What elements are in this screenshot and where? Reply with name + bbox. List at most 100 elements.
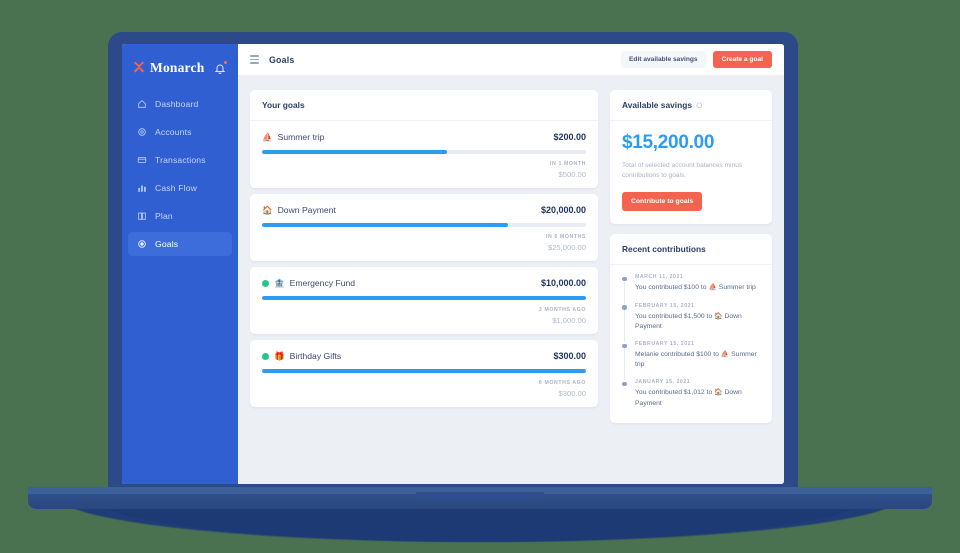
sidebar-item-label: Goals: [155, 239, 179, 249]
available-savings-amount: $15,200.00: [622, 132, 715, 153]
topbar: Goals Edit available savings Create a go…: [238, 44, 784, 76]
goal-meta: IN 1 MONTH $500.00: [262, 161, 586, 179]
goal-due: IN 1 MONTH: [550, 161, 586, 167]
sidebar-item-accounts[interactable]: Accounts: [128, 120, 232, 144]
goal-due: 6 MONTHS AGO: [538, 380, 586, 386]
your-goals-card: Your goals ⛵ Summer trip $200.00 IN 1 MO…: [250, 90, 598, 188]
goal-target-amount: $1,000.00: [552, 316, 586, 325]
hamburger-menu-icon[interactable]: [250, 55, 259, 64]
goal-header: ⛵ Summer trip $200.00: [262, 132, 586, 142]
sidebar: Monarch Dashboard Accounts Transactions …: [122, 44, 238, 484]
goal-progress-fill: [262, 369, 586, 373]
recent-contributions-title: Recent contributions: [610, 234, 772, 266]
brand[interactable]: Monarch: [122, 54, 238, 90]
goal-amount: $300.00: [553, 351, 586, 361]
scene: Monarch Dashboard Accounts Transactions …: [0, 0, 960, 553]
side-column: Available savings $15,200.00 Total of se…: [610, 90, 772, 470]
laptop-screen: Monarch Dashboard Accounts Transactions …: [122, 44, 784, 484]
goal-meta: IN 6 MONTHS $25,000.00: [262, 234, 586, 252]
sidebar-item-transactions[interactable]: Transactions: [128, 148, 232, 172]
house-emoji-icon: 🏠: [262, 204, 273, 215]
gift-emoji-icon: 🎁: [274, 350, 285, 361]
contribute-to-goals-button[interactable]: Contribute to goals: [622, 192, 703, 212]
sidebar-item-label: Cash Flow: [155, 183, 197, 193]
info-circle-icon[interactable]: [696, 102, 703, 109]
goal-name: Emergency Fund: [289, 278, 356, 288]
goal-progress-fill: [262, 223, 509, 227]
contribution-date: JANUARY 15, 2021: [635, 379, 691, 386]
goal-amount: $20,000.00: [540, 205, 586, 215]
goal-target-amount: $300.00: [558, 389, 586, 398]
sidebar-item-label: Plan: [155, 211, 173, 221]
goal-progress-fill: [262, 296, 586, 300]
contribution-text: You contributed $1,500 to 🏠 Down Payment: [635, 312, 742, 330]
goal-target-amount: $25,000.00: [547, 243, 586, 252]
goal-amount: $200.00: [553, 132, 586, 142]
goal-completed-indicator: [262, 352, 269, 360]
recent-contributions-list: MARCH 11, 2021 You contributed $100 to ⛵…: [610, 265, 772, 422]
goal-header: 🏦 Emergency Fund $10,000.00: [262, 278, 586, 288]
topbar-actions: Edit available savings Create a goal: [621, 51, 772, 68]
credit-card-icon: [137, 157, 147, 163]
available-savings-title: Available savings: [622, 100, 692, 110]
goal-card-emergency-fund: 🏦 Emergency Fund $10,000.00 2 MONTHS AGO: [250, 267, 598, 334]
recent-contributions-card: Recent contributions MARCH 11, 2021 You …: [610, 234, 772, 423]
contribution-date: FEBRUARY 15, 2021: [635, 341, 695, 347]
notification-dot: [223, 60, 227, 64]
goal-due: IN 6 MONTHS: [545, 234, 586, 240]
goal-progress-bar: [262, 369, 586, 373]
sidebar-item-plan[interactable]: Plan: [128, 204, 232, 228]
sailboat-emoji-icon: ⛵: [262, 131, 273, 142]
goal-header: 🏠 Down Payment $20,000.00: [262, 205, 586, 215]
contribution-text: Melanie contributed $100 to ⛵ Summer tri…: [635, 351, 757, 369]
goal-progress-fill: [262, 150, 447, 154]
monarch-butterfly-logo-icon: [133, 61, 145, 73]
notification-bell-icon[interactable]: [214, 60, 227, 75]
goal-row[interactable]: 🏦 Emergency Fund $10,000.00 2 MONTHS AGO: [250, 267, 598, 334]
main-area: Goals Edit available savings Create a go…: [238, 44, 784, 484]
goal-progress-bar: [262, 150, 586, 154]
contribution-date: MARCH 11, 2021: [635, 274, 684, 281]
your-goals-title: Your goals: [250, 90, 598, 121]
goal-header: 🎁 Birthday Gifts $300.00: [262, 351, 586, 361]
goal-name: Down Payment: [277, 205, 336, 215]
goal-completed-indicator: [262, 279, 269, 287]
accounts-icon: [138, 128, 146, 136]
sidebar-item-goals[interactable]: Goals: [128, 232, 232, 256]
goal-row[interactable]: 🎁 Birthday Gifts $300.00 6 MONTHS AGO $3: [250, 340, 598, 407]
brand-name: Monarch: [150, 60, 205, 75]
app-window: Monarch Dashboard Accounts Transactions …: [122, 44, 784, 484]
book-icon: [138, 212, 146, 220]
goal-name: Birthday Gifts: [289, 351, 342, 361]
sidebar-item-label: Accounts: [155, 127, 192, 137]
goal-row[interactable]: 🏠 Down Payment $20,000.00 IN 6 MONTHS $2: [250, 194, 598, 261]
target-icon: [138, 240, 146, 248]
sidebar-item-label: Dashboard: [155, 99, 199, 109]
goal-name: Summer trip: [277, 132, 325, 142]
goals-column: Your goals ⛵ Summer trip $200.00 IN 1 MO…: [250, 90, 598, 470]
sidebar-item-cash-flow[interactable]: Cash Flow: [128, 176, 232, 200]
bar-chart-icon: [138, 185, 146, 192]
sidebar-nav: Dashboard Accounts Transactions Cash Flo…: [122, 90, 238, 262]
goal-card-down-payment: 🏠 Down Payment $20,000.00 IN 6 MONTHS $2: [250, 194, 598, 261]
trackpad-notch: [416, 492, 544, 500]
available-savings-header: Available savings: [610, 90, 772, 121]
goal-meta: 2 MONTHS AGO $1,000.00: [262, 307, 586, 325]
contribution-item: FEBRUARY 15, 2021 Melanie contributed $1…: [622, 341, 760, 381]
contribution-date: FEBRUARY 15, 2021: [635, 302, 695, 309]
goal-row[interactable]: ⛵ Summer trip $200.00 IN 1 MONTH $500.00: [250, 121, 598, 188]
available-savings-body: $15,200.00 Total of selected account bal…: [610, 121, 772, 224]
contribution-text: You contributed $100 to ⛵ Summer trip: [635, 284, 756, 292]
goal-amount: $10,000.00: [540, 278, 586, 288]
sidebar-item-dashboard[interactable]: Dashboard: [128, 92, 232, 116]
create-goal-button[interactable]: Create a goal: [712, 51, 772, 68]
goal-progress-bar: [262, 223, 586, 227]
goal-progress-bar: [262, 296, 586, 300]
sidebar-item-label: Transactions: [155, 155, 206, 165]
contribution-text: You contributed $1,012 to 🏠 Down Payment: [635, 389, 742, 407]
contribution-item: JANUARY 15, 2021 You contributed $1,012 …: [622, 379, 760, 410]
goal-meta: 6 MONTHS AGO $300.00: [262, 380, 586, 398]
page-title: Goals: [269, 54, 295, 65]
edit-available-savings-button[interactable]: Edit available savings: [621, 51, 706, 68]
bank-emoji-icon: 🏦: [274, 277, 285, 288]
